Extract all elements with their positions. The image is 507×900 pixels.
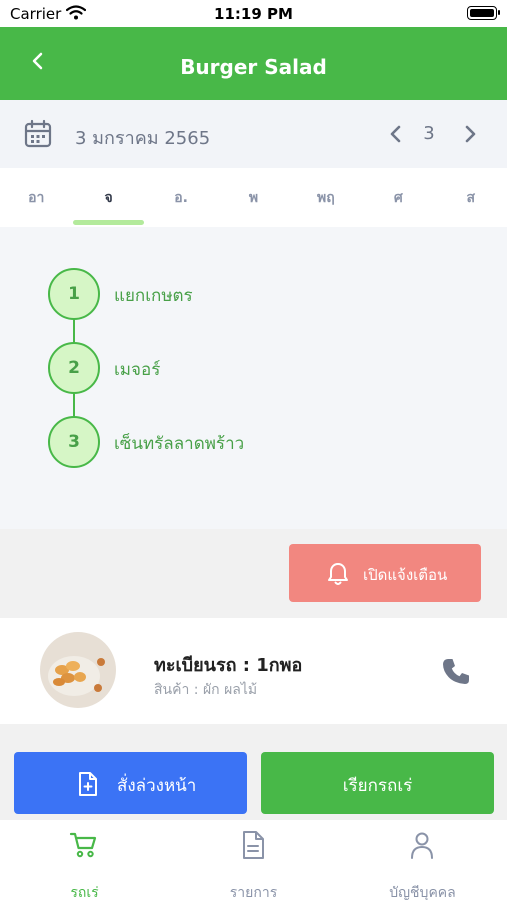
person-icon xyxy=(411,832,433,859)
bottom-nav: รถเร่ รายการ บัญชีบุคคล xyxy=(0,820,507,900)
notification-label: เปิดแจ้งเตือน xyxy=(363,566,448,584)
nav-label: รายการ xyxy=(229,885,278,900)
pre-order-button[interactable]: สั่งล่วงหน้า xyxy=(14,752,247,814)
stop-number: 3 xyxy=(48,416,100,468)
goods-type: สินค้า : ผัก ผลไม้ xyxy=(154,682,258,698)
enable-notification-button[interactable]: เปิดแจ้งเตือน xyxy=(289,544,481,602)
nav-label: รถเร่ xyxy=(70,885,99,900)
calendar-icon[interactable] xyxy=(24,119,52,149)
document-plus-icon xyxy=(79,772,97,796)
page-number: 3 xyxy=(423,123,435,144)
prev-page-button[interactable] xyxy=(384,120,408,148)
tab-saturday[interactable]: ส xyxy=(435,168,507,227)
nav-item-list[interactable]: รายการ xyxy=(169,830,338,900)
tab-sunday[interactable]: อา xyxy=(0,168,72,227)
nav-item-account[interactable]: บัญชีบุคคล xyxy=(338,830,507,900)
chevron-left-icon xyxy=(390,125,401,143)
action-buttons: สั่งล่วงหน้า เรียกรถเร่ xyxy=(0,724,507,820)
day-tabs: อา จ อ. พ พฤ ศ ส xyxy=(0,168,507,227)
tab-monday[interactable]: จ xyxy=(72,168,145,227)
alert-section: เปิดแจ้งเตือน xyxy=(0,529,507,618)
tab-tuesday[interactable]: อ. xyxy=(145,168,217,227)
date-bar: 3 มกราคม 2565 3 xyxy=(0,100,507,168)
stop-label: แยกเกษตร xyxy=(114,286,193,306)
bell-icon xyxy=(328,563,348,585)
tab-wednesday[interactable]: พ xyxy=(217,168,289,227)
tab-thursday[interactable]: พฤ xyxy=(290,168,362,227)
phone-icon xyxy=(443,659,469,684)
route-timeline: 1 แยกเกษตร 2 เมจอร์ 3 เซ็นทรัลลาดพร้าว xyxy=(0,227,507,529)
call-car-button[interactable]: เรียกรถเร่ xyxy=(261,752,494,814)
call-car-label: เรียกรถเร่ xyxy=(342,776,413,796)
stop-label: เซ็นทรัลลาดพร้าว xyxy=(114,434,245,454)
app-header: Burger Salad xyxy=(0,27,507,100)
selected-date[interactable]: 3 มกราคม 2565 xyxy=(75,123,210,152)
stop-number: 2 xyxy=(48,342,100,394)
license-plate: ทะเบียนรถ : 1กพอ xyxy=(154,655,303,676)
document-icon xyxy=(243,831,264,859)
vendor-avatar xyxy=(40,632,116,708)
stop-number: 1 xyxy=(48,268,100,320)
clock: 11:19 PM xyxy=(214,5,293,23)
battery-icon xyxy=(467,6,500,20)
chevron-right-icon xyxy=(465,125,476,143)
call-vendor-button[interactable] xyxy=(440,656,472,688)
nav-item-cart[interactable]: รถเร่ xyxy=(0,830,169,900)
tab-friday[interactable]: ศ xyxy=(362,168,434,227)
status-bar: Carrier 11:19 PM xyxy=(0,0,507,27)
stop-label: เมจอร์ xyxy=(114,360,161,380)
page-title: Burger Salad xyxy=(180,55,327,79)
nav-label: บัญชีบุคคล xyxy=(389,885,456,900)
next-page-button[interactable] xyxy=(458,120,482,148)
cart-icon xyxy=(69,832,97,858)
vehicle-card[interactable]: ทะเบียนรถ : 1กพอ สินค้า : ผัก ผลไม้ xyxy=(0,618,507,724)
pre-order-label: สั่งล่วงหน้า xyxy=(117,776,197,796)
